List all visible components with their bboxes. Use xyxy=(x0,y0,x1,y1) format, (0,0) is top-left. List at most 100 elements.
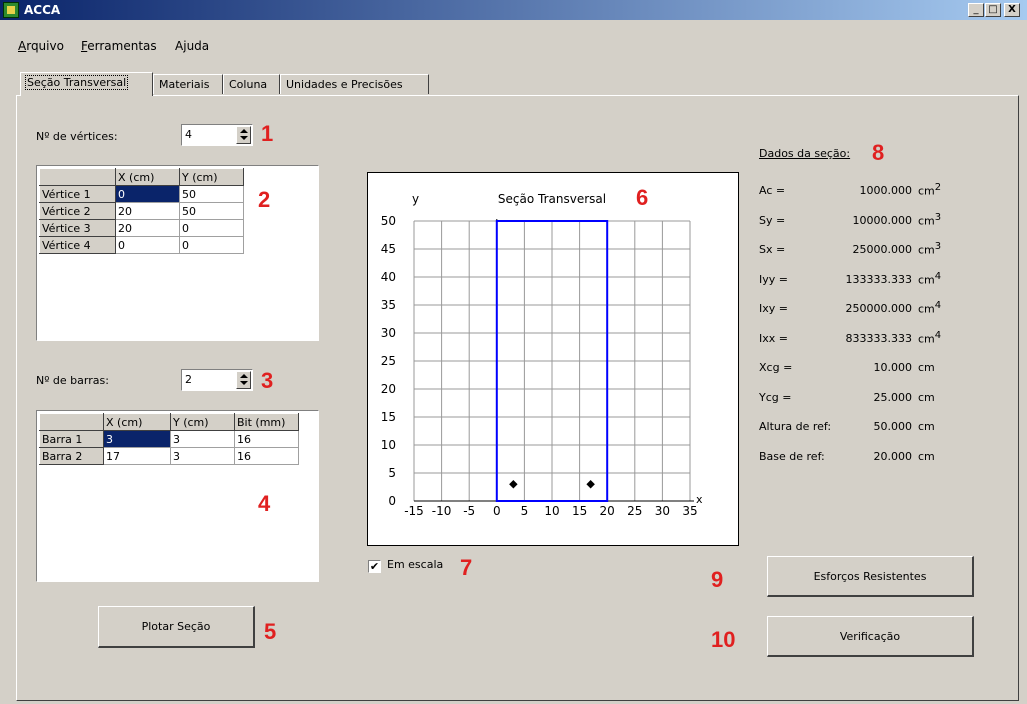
row-header: Barra 1 xyxy=(39,430,104,448)
y-tick-label: 45 xyxy=(381,242,396,256)
cell-x[interactable]: 17 xyxy=(103,447,171,465)
section-data-label: Base de ref: xyxy=(759,449,825,463)
section-data-heading: Dados da seção: xyxy=(759,147,851,160)
y-tick-label: 10 xyxy=(381,438,396,452)
section-data-value: 20.000 xyxy=(873,449,913,463)
tab-unidades[interactable]: Unidades e Precisões xyxy=(280,74,429,94)
cell-x[interactable]: 20 xyxy=(115,202,180,220)
menu-arquivo[interactable]: Arquivo xyxy=(18,38,64,54)
column-header-x: X (cm) xyxy=(115,168,180,186)
row-header: Vértice 4 xyxy=(39,236,116,254)
annotation-3: 3 xyxy=(261,368,274,393)
cell-x[interactable]: 20 xyxy=(115,219,180,237)
section-data-unit: cm4 xyxy=(918,329,942,346)
y-tick-label: 35 xyxy=(381,298,396,312)
row-header: Vértice 3 xyxy=(39,219,116,237)
annotation-5: 5 xyxy=(264,619,277,644)
bars-count-label: Nº de barras: xyxy=(36,374,109,387)
section-data-label: Iyy = xyxy=(759,272,788,286)
esforcos-resistentes-button[interactable]: Esforços Resistentes xyxy=(767,556,974,597)
tab-coluna[interactable]: Coluna xyxy=(223,74,280,94)
vertices-count-spinner[interactable]: 4 xyxy=(181,124,253,146)
unit-exponent: 4 xyxy=(934,300,942,311)
section-data-value: 25.000 xyxy=(873,390,913,404)
unit-exponent: 2 xyxy=(934,182,942,193)
cell-y[interactable]: 3 xyxy=(170,447,235,465)
section-data-unit: cm3 xyxy=(918,241,942,257)
section-data-value: 25000.000 xyxy=(852,243,913,256)
table-row: Vértice 3 20 0 xyxy=(39,219,244,237)
table-row: Vértice 2 20 50 xyxy=(39,202,244,220)
maximize-button[interactable]: □ xyxy=(985,3,1001,17)
y-tick-label: 25 xyxy=(381,354,396,368)
x-tick-label: -5 xyxy=(463,504,475,518)
cell-y[interactable]: 0 xyxy=(179,236,244,254)
menu-ajuda-label: uda xyxy=(186,39,210,53)
plot-section-button[interactable]: Plotar Seção xyxy=(98,606,255,648)
y-tick-label: 40 xyxy=(381,270,396,284)
menu-ferramentas[interactable]: Ferramentas xyxy=(81,38,157,54)
cell-y[interactable]: 3 xyxy=(170,430,235,448)
cell-x[interactable]: 0 xyxy=(115,236,180,254)
section-data-value: 250000.000 xyxy=(845,302,912,315)
cell-bit[interactable]: 16 xyxy=(234,447,299,465)
close-button[interactable]: X xyxy=(1004,3,1020,17)
table-row: Vértice 4 0 0 xyxy=(39,236,244,254)
grid-corner xyxy=(39,168,116,186)
vertices-grid[interactable]: X (cm) Y (cm) Vértice 1 0 50 Vértice 2 2… xyxy=(36,165,319,341)
bars-grid[interactable]: X (cm) Y (cm) Bit (mm) Barra 1 3 3 16 Ba… xyxy=(36,410,319,582)
section-data-unit: cm4 xyxy=(918,270,942,287)
row-header: Vértice 2 xyxy=(39,202,116,220)
section-data-label: Ycg = xyxy=(759,390,792,404)
unit-exponent: 3 xyxy=(934,241,942,252)
app-icon xyxy=(3,2,19,18)
y-axis-label: y xyxy=(412,192,419,206)
annotation-9: 9 xyxy=(711,567,724,592)
section-data-value: 10000.000 xyxy=(852,213,913,227)
cell-x[interactable]: 3 xyxy=(103,430,171,448)
menu-ajuda[interactable]: Ajuda xyxy=(175,38,209,54)
section-data-unit: cm4 xyxy=(918,300,942,316)
table-row: Barra 1 3 3 16 xyxy=(39,430,299,448)
section-data-label: Ixx = xyxy=(759,331,788,345)
verificacao-button[interactable]: Verificação xyxy=(767,616,974,657)
x-tick-label: 15 xyxy=(572,504,587,518)
column-header-y: Y (cm) xyxy=(179,168,244,186)
scale-checkbox-label[interactable]: Em escala xyxy=(387,558,443,572)
section-data-label: Altura de ref: xyxy=(759,420,832,433)
unit-exponent: 4 xyxy=(934,270,942,282)
bars-count-spinner[interactable]: 2 xyxy=(181,369,253,391)
minimize-button[interactable]: _ xyxy=(968,3,984,17)
checkmark-icon: ✔ xyxy=(369,560,380,573)
spinner-arrows-icon[interactable] xyxy=(236,371,251,389)
cell-y[interactable]: 0 xyxy=(179,219,244,237)
section-data-unit: cm xyxy=(918,390,935,404)
x-tick-label: -15 xyxy=(404,504,424,518)
menu-ajuda-pre: A xyxy=(175,39,184,53)
section-plot-svg: -15 -10 -5 0 5 10 15 20 25 30 35 0 5 10 15 20 25 30 35 40 45… xyxy=(381,192,703,518)
row-header: Barra 2 xyxy=(39,447,104,465)
cell-bit[interactable]: 16 xyxy=(234,430,299,448)
y-tick-label: 15 xyxy=(381,410,396,424)
bars-count-value: 2 xyxy=(185,373,192,386)
column-header-bit: Bit (mm) xyxy=(234,413,299,431)
tab-materiais[interactable]: Materiais xyxy=(153,74,223,94)
scale-checkbox[interactable]: ✔ xyxy=(368,560,381,573)
section-data-unit: cm2 xyxy=(918,182,942,198)
annotation-6: 6 xyxy=(636,185,649,210)
cell-y[interactable]: 50 xyxy=(179,202,244,220)
y-tick-label: 0 xyxy=(388,494,396,508)
cell-y[interactable]: 50 xyxy=(179,185,244,203)
tab-secao-transversal[interactable]: Seção Transversal xyxy=(20,72,153,96)
y-tick-label: 50 xyxy=(381,214,396,228)
menu-arquivo-mnemonic: A xyxy=(18,39,27,53)
spinner-arrows-icon[interactable] xyxy=(236,126,251,144)
table-row: Barra 2 17 3 16 xyxy=(39,447,299,465)
section-data-unit: cm xyxy=(918,449,935,463)
annotation-8: 8 xyxy=(872,140,885,165)
annotation-10: 10 xyxy=(711,627,736,652)
section-data-label: Xcg = xyxy=(759,361,793,374)
cell-x[interactable]: 0 xyxy=(115,185,180,203)
row-header: Vértice 1 xyxy=(39,185,116,203)
table-row: Vértice 1 0 50 xyxy=(39,185,244,203)
